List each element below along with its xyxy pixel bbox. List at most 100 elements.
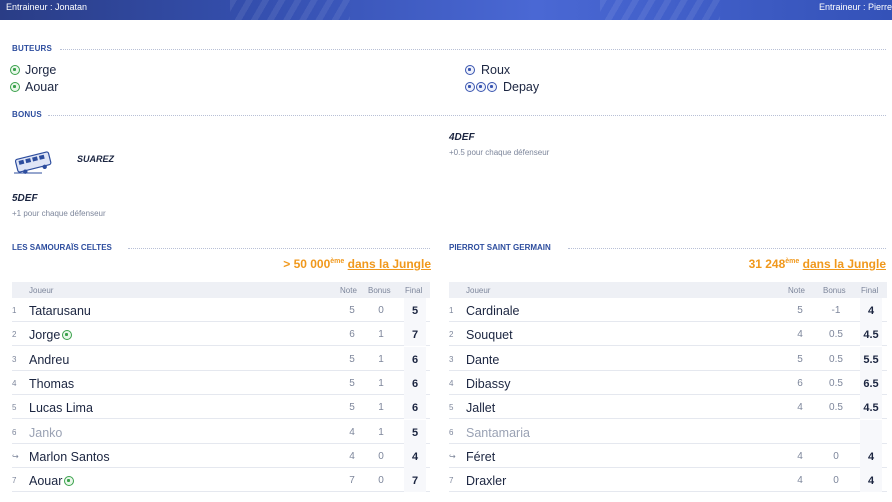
player-row[interactable]: ↪ Féret 4 0 4 (449, 443, 887, 468)
rank-jungle-link[interactable]: dans la Jungle (348, 257, 431, 271)
player-final: 6 (411, 377, 419, 390)
player-note: 7 (349, 475, 355, 487)
goal-ball-icon (465, 82, 475, 92)
player-final: 5 (411, 426, 419, 439)
player-name-cell[interactable]: Dibassy (466, 377, 510, 391)
goal-ball-icon (10, 65, 20, 75)
scorers-title: BUTEURS (12, 44, 53, 53)
player-row[interactable]: 7 Aouar 7 0 7 (12, 468, 430, 493)
player-row[interactable]: 5 Jallet 4 0.5 4.5 (449, 395, 887, 420)
player-name[interactable]: Janko (29, 426, 62, 440)
player-row[interactable]: 6 Santamaria (449, 419, 887, 444)
player-name-cell[interactable]: Cardinale (466, 304, 520, 318)
player-name-cell[interactable]: Draxler (466, 474, 506, 488)
player-name[interactable]: Souquet (466, 328, 513, 342)
player-note: 4 (349, 426, 355, 438)
scorer-name: Jorge (25, 63, 57, 77)
scorer-name: Aouar (25, 80, 59, 94)
divider (48, 115, 886, 116)
player-name-cell[interactable]: Thomas (29, 377, 74, 391)
player-name-cell[interactable]: Féret (466, 450, 495, 464)
player-note: 6 (797, 377, 803, 389)
player-position: 6 (12, 427, 17, 437)
player-row[interactable]: 2 Jorge 6 1 7 (12, 322, 430, 347)
column-header-player: Joueur (29, 286, 54, 295)
player-name-cell[interactable]: Jorge (29, 328, 73, 342)
player-bonus: 0 (378, 305, 384, 316)
player-name[interactable]: Dibassy (466, 377, 510, 391)
player-row[interactable]: 6 Janko 4 1 5 (12, 419, 430, 444)
player-name-cell[interactable]: Dante (466, 353, 499, 367)
player-row[interactable]: 5 Lucas Lima 5 1 6 (12, 395, 430, 420)
player-bonus: 0 (833, 475, 839, 487)
substitution-icon: ↪ (449, 451, 456, 461)
player-name[interactable]: Tatarusanu (29, 304, 91, 318)
player-row[interactable]: 1 Cardinale 5 -1 4 (449, 298, 887, 322)
player-name[interactable]: Jallet (466, 401, 495, 415)
column-header-note: Note (788, 286, 805, 295)
player-final: 4 (867, 450, 875, 463)
player-bonus: -1 (831, 305, 841, 316)
player-name[interactable]: Aouar (29, 474, 62, 488)
player-name-cell[interactable]: Jallet (466, 401, 495, 415)
player-final: 7 (411, 475, 419, 488)
divider (60, 49, 886, 50)
player-final: 5.5 (863, 353, 879, 366)
player-final: 4.5 (863, 329, 879, 342)
rank-jungle-link[interactable]: dans la Jungle (803, 257, 886, 271)
player-row[interactable]: 4 Dibassy 6 0.5 6.5 (449, 370, 887, 395)
player-name[interactable]: Marlon Santos (29, 450, 110, 464)
player-position: 5 (449, 403, 454, 413)
player-name[interactable]: Jorge (29, 328, 60, 342)
player-row[interactable]: 3 Andreu 5 1 6 (12, 346, 430, 371)
player-name-cell[interactable]: Souquet (466, 328, 513, 342)
rank-value: > 50 000 (283, 257, 331, 271)
player-name[interactable]: Dante (466, 353, 499, 367)
goal-ball-icon (62, 330, 73, 341)
column-header-bonus: Bonus (368, 286, 391, 295)
player-name-cell[interactable]: Tatarusanu (29, 304, 91, 318)
goal-balls-icon (465, 82, 498, 92)
player-note: 4 (797, 329, 803, 341)
player-note: 5 (797, 353, 803, 365)
banner-decoration (230, 0, 350, 20)
column-header-bonus: Bonus (823, 286, 846, 295)
player-row[interactable]: 1 Tatarusanu 5 0 5 (12, 298, 430, 322)
player-final: 5 (411, 305, 419, 317)
player-row[interactable]: 2 Souquet 4 0.5 4.5 (449, 322, 887, 347)
player-note: 4 (349, 450, 355, 462)
coach-away: Entraineur : Pierre (818, 2, 892, 12)
player-final: 4 (867, 475, 875, 488)
player-name[interactable]: Cardinale (466, 304, 520, 318)
player-name-cell[interactable]: Marlon Santos (29, 450, 110, 464)
player-position: 7 (12, 476, 17, 486)
table-header: Joueur Note Bonus Final (12, 282, 430, 298)
player-name-cell[interactable]: Janko (29, 426, 62, 440)
player-row[interactable]: 7 Draxler 4 0 4 (449, 468, 887, 493)
player-name-cell[interactable]: Andreu (29, 353, 69, 367)
coach-home: Entraineur : Jonatan (6, 2, 88, 12)
player-note: 5 (349, 305, 355, 316)
player-position: 5 (12, 403, 17, 413)
player-name-cell[interactable]: Santamaria (466, 426, 530, 440)
player-bonus: 0.5 (829, 377, 843, 389)
player-name[interactable]: Thomas (29, 377, 74, 391)
player-name[interactable]: Draxler (466, 474, 506, 488)
divider (128, 248, 430, 249)
player-name-cell[interactable]: Lucas Lima (29, 401, 93, 415)
player-position: 1 (12, 306, 17, 315)
player-row[interactable]: 4 Thomas 5 1 6 (12, 370, 430, 395)
player-name-cell[interactable]: Aouar (29, 474, 75, 488)
player-name[interactable]: Féret (466, 450, 495, 464)
player-name[interactable]: Lucas Lima (29, 401, 93, 415)
scorer-away: Roux (465, 63, 510, 77)
player-name[interactable]: Andreu (29, 353, 69, 367)
player-note: 5 (797, 305, 803, 316)
player-row[interactable]: 3 Dante 5 0.5 5.5 (449, 346, 887, 371)
match-banner: Entraineur : Jonatan Entraineur : Pierre (0, 0, 892, 20)
rank-suffix: ème (785, 258, 800, 265)
player-row[interactable]: ↪ Marlon Santos 4 0 4 (12, 443, 430, 468)
bus-bonus-icon (14, 151, 52, 174)
player-name[interactable]: Santamaria (466, 426, 530, 440)
goal-ball-icon (465, 65, 475, 75)
